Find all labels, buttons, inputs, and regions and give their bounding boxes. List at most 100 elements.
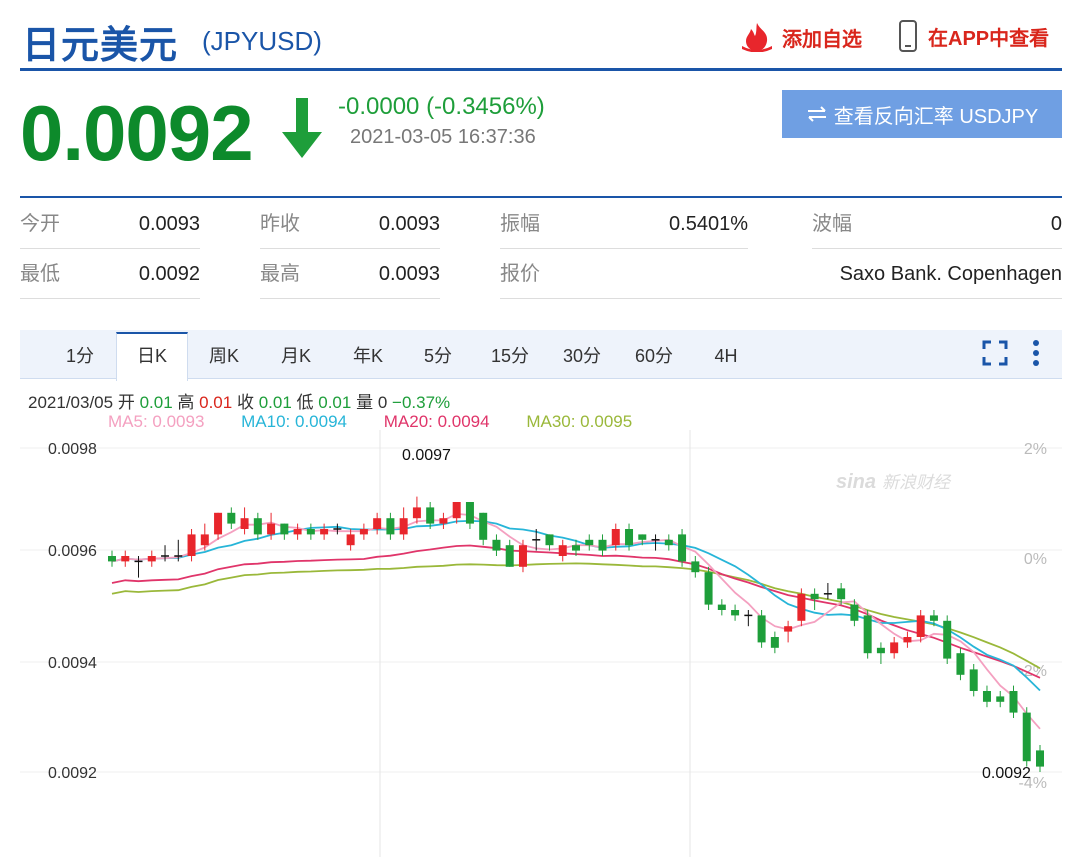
- tab-4h[interactable]: 4H: [696, 334, 756, 378]
- tab-30min[interactable]: 30分: [550, 334, 614, 378]
- candle-body: [876, 647, 885, 654]
- candle-body: [625, 529, 634, 546]
- price-change: -0.0000 (-0.3456%): [338, 93, 545, 120]
- tab-monthly-k[interactable]: 月K: [266, 334, 326, 378]
- add-favorite-button[interactable]: 添加自选: [740, 22, 862, 52]
- low-value: 0.0092: [138, 263, 200, 285]
- candle-body: [731, 610, 740, 616]
- ohlc-low-value: 0.01: [318, 393, 352, 412]
- ma20-line: [111, 544, 1041, 679]
- candle-body: [757, 615, 766, 643]
- candle-body: [439, 518, 448, 524]
- candle-body: [452, 502, 461, 519]
- tab-yearly-k[interactable]: 年K: [338, 334, 398, 378]
- high-label: 最高: [260, 263, 300, 285]
- amplitude-label: 振幅: [500, 213, 540, 235]
- candle-body: [1036, 750, 1044, 767]
- candle-body: [373, 518, 382, 529]
- candle-body: [717, 604, 726, 610]
- more-options-icon[interactable]: [1030, 338, 1042, 373]
- ohlc-summary: 2021/03/05 开 0.01 高 0.01 收 0.01 低 0.01 量…: [28, 388, 450, 413]
- candle-body: [598, 539, 607, 551]
- page-title: 日元美元: [22, 25, 179, 67]
- ohlc-volume-value: 0: [377, 393, 388, 412]
- fullscreen-icon[interactable]: [982, 340, 1008, 371]
- high-marker-label: 0.0097: [402, 447, 451, 464]
- view-in-app-button[interactable]: 在APP中查看: [898, 20, 1049, 52]
- ma30-path: [111, 562, 1041, 670]
- candle-body: [505, 545, 514, 567]
- ohlc-high-label: 高: [177, 393, 195, 412]
- candle-body: [346, 534, 355, 546]
- candle-body: [1009, 691, 1018, 713]
- candle-body: [691, 561, 700, 573]
- candle-body: [664, 539, 673, 546]
- ma10-legend: MA10: 0.0094: [241, 412, 347, 431]
- candle-body: [903, 637, 912, 643]
- candle-body: [969, 669, 978, 691]
- candle-body: [293, 529, 302, 535]
- candles: [108, 496, 1044, 772]
- down-arrow-icon: [280, 98, 324, 165]
- open-value: 0.0093: [138, 213, 200, 235]
- stat-underline: [812, 248, 1062, 249]
- candle-body: [280, 523, 289, 535]
- stat-underline: [260, 298, 440, 299]
- current-price: 0.0092: [20, 89, 254, 177]
- wave-label: 波幅: [812, 213, 852, 235]
- ohlc-high-value: 0.01: [199, 393, 233, 412]
- candle-body: [359, 529, 368, 535]
- tab-weekly-k[interactable]: 周K: [194, 334, 254, 378]
- candle-body: [770, 637, 779, 648]
- ma20-legend: MA20: 0.0094: [383, 412, 490, 431]
- candle-body: [678, 534, 687, 562]
- tab-5min[interactable]: 5分: [408, 334, 468, 378]
- candle-body: [704, 572, 713, 605]
- ohlc-open-label: 开: [117, 393, 135, 412]
- candle-body: [426, 507, 435, 524]
- tab-15min[interactable]: 15分: [478, 334, 542, 378]
- watermark-logo: sina: [836, 471, 876, 493]
- ohlc-volume-label: 量: [356, 393, 374, 412]
- candle-body: [916, 615, 925, 637]
- low-label: 最低: [20, 263, 60, 285]
- amplitude-value: 0.5401%: [669, 213, 748, 235]
- candle-body: [306, 529, 315, 535]
- tab-60min[interactable]: 60分: [622, 334, 686, 378]
- swap-arrows-icon: [807, 106, 826, 122]
- ohlc-open-value: 0.01: [139, 393, 173, 412]
- candle-body: [956, 653, 965, 675]
- candle-body: [996, 696, 1005, 702]
- y-tick-2: 0.0094: [48, 655, 97, 672]
- candle-body: [320, 529, 329, 535]
- candle-body: [386, 518, 395, 535]
- quote-source-label: 报价: [500, 263, 540, 285]
- low-marker-label: 0.0092: [982, 765, 1031, 782]
- candle-body: [492, 539, 501, 551]
- candle-body: [108, 556, 116, 562]
- candle-body: [863, 615, 872, 654]
- ohlc-low-label: 低: [296, 393, 314, 412]
- candle-body: [929, 615, 938, 621]
- high-value: 0.0093: [378, 263, 440, 285]
- tab-1min[interactable]: 1分: [50, 334, 110, 378]
- candle-body: [1022, 712, 1031, 762]
- y-tick-1: 0.0096: [48, 543, 97, 560]
- candle-body: [797, 593, 806, 621]
- pct-tick-1: 0%: [1024, 551, 1047, 568]
- add-favorite-label: 添加自选: [782, 28, 862, 51]
- candle-body: [784, 626, 793, 632]
- candle-body: [518, 545, 527, 567]
- ma20-path: [111, 544, 1041, 679]
- y-tick-0: 0.0098: [48, 441, 97, 458]
- candle-body: [399, 518, 408, 535]
- candle-body: [253, 518, 262, 535]
- candle-body: [240, 518, 249, 529]
- quote-source-value: Saxo Bank. Copenhagen: [839, 263, 1062, 285]
- tab-daily-k[interactable]: 日K: [116, 332, 188, 381]
- open-label: 今开: [20, 213, 60, 235]
- kline-chart[interactable]: 0.0098 0.0096 0.0094 0.0092 2% 0% -2% -4…: [0, 430, 1080, 857]
- stat-underline: [260, 248, 440, 249]
- reverse-rate-button[interactable]: 查看反向汇率 USDJPY: [782, 90, 1062, 138]
- currency-code: (JPYUSD): [202, 26, 322, 56]
